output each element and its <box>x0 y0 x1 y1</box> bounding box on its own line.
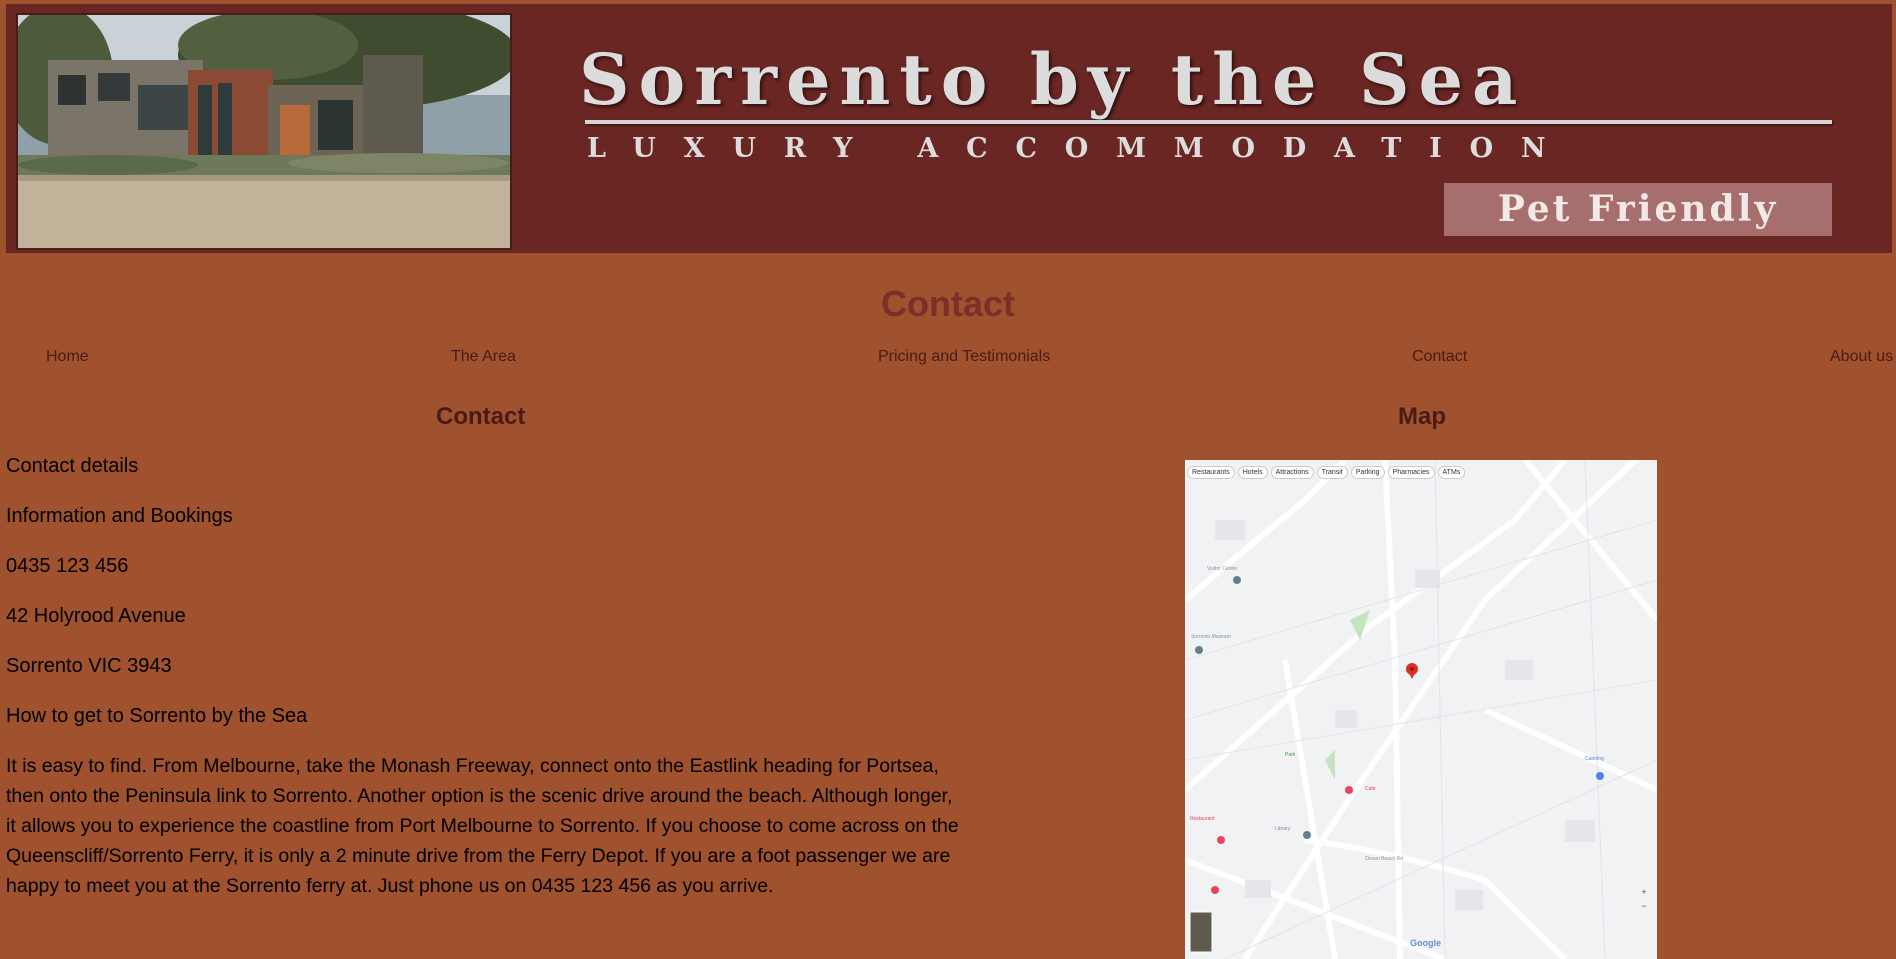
map-chip-restaurants[interactable]: Restaurants <box>1187 466 1235 479</box>
title-divider <box>585 120 1832 124</box>
nav-item-the-area[interactable]: The Area <box>451 347 516 367</box>
map-chip-attractions[interactable]: Attractions <box>1270 466 1314 479</box>
embedded-map[interactable]: Visitor Centre Sorrento Museum Park Cafe… <box>1185 460 1657 959</box>
map-heading: Map <box>1398 403 1446 430</box>
suburb-address: Sorrento VIC 3943 <box>6 655 172 677</box>
map-chip-pharmacies[interactable]: Pharmacies <box>1387 466 1435 479</box>
svg-text:Ocean Beach Rd: Ocean Beach Rd <box>1365 856 1403 862</box>
phone-number: 0435 123 456 <box>6 555 129 577</box>
map-zoom-controls[interactable]: + − <box>1639 885 1649 913</box>
map-provider-logo: Google <box>1410 938 1441 948</box>
contact-heading: Contact <box>436 403 526 430</box>
site-title: Sorrento by the Sea <box>579 38 1527 121</box>
svg-text:Catering: Catering <box>1585 756 1604 762</box>
map-category-chips: Restaurants Hotels Attractions Transit P… <box>1187 466 1466 479</box>
svg-text:Restaurant: Restaurant <box>1190 816 1215 822</box>
map-chip-parking[interactable]: Parking <box>1350 466 1385 479</box>
site-subtitle: LUXURY ACCOMMODATION <box>587 133 1574 164</box>
map-chip-hotels[interactable]: Hotels <box>1237 466 1268 479</box>
svg-text:Visitor Centre: Visitor Centre <box>1207 566 1237 572</box>
map-chip-transit[interactable]: Transit <box>1316 466 1348 479</box>
nav-item-about-us[interactable]: About us <box>1830 347 1893 367</box>
header-banner: Sorrento by the Sea LUXURY ACCOMMODATION… <box>6 4 1892 253</box>
page-title: Contact <box>881 283 1015 324</box>
pet-friendly-badge: Pet Friendly <box>1444 183 1832 236</box>
street-address: 42 Holyrood Avenue <box>6 605 186 627</box>
svg-text:Sorrento Museum: Sorrento Museum <box>1191 634 1231 640</box>
directions-text: It is easy to find. From Melbourne, take… <box>6 755 959 897</box>
nav-item-home[interactable]: Home <box>46 347 89 367</box>
contact-details-label: Contact details <box>6 455 139 477</box>
zoom-out-icon[interactable]: − <box>1639 899 1649 913</box>
nav-item-pricing[interactable]: Pricing and Testimonials <box>878 347 1050 367</box>
page: Sorrento by the Sea LUXURY ACCOMMODATION… <box>0 0 1896 959</box>
svg-text:Park: Park <box>1285 752 1296 758</box>
map-tiles: Visitor Centre Sorrento Museum Park Cafe… <box>1185 460 1657 959</box>
svg-text:Cafe: Cafe <box>1365 786 1376 792</box>
nav-item-contact[interactable]: Contact <box>1412 347 1467 367</box>
zoom-in-icon[interactable]: + <box>1639 885 1649 899</box>
house-photo-image <box>18 15 510 248</box>
house-photo <box>16 13 512 250</box>
directions-heading: How to get to Sorrento by the Sea <box>6 705 308 727</box>
map-chip-atms[interactable]: ATMs <box>1437 466 1466 479</box>
svg-text:Library: Library <box>1275 826 1291 832</box>
info-bookings-label: Information and Bookings <box>6 505 233 527</box>
